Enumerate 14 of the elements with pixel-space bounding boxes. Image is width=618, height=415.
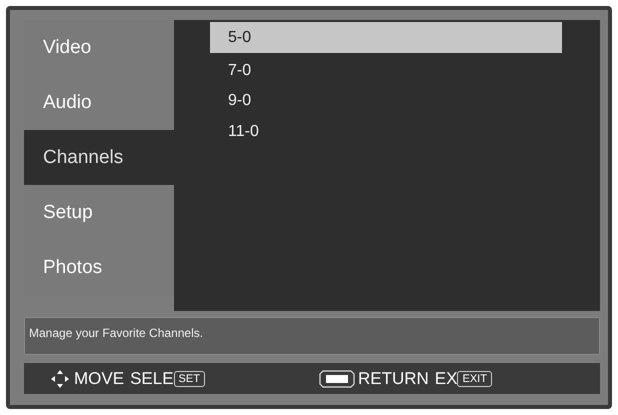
direction-pad-icon: [50, 368, 70, 388]
key-icon: [318, 368, 355, 388]
legend-label: SELE: [130, 368, 174, 388]
legend-label: MOVE: [74, 368, 124, 388]
legend-label: EX: [434, 368, 458, 388]
key-badge: EXIT: [457, 370, 492, 386]
channel-item[interactable]: 7-0: [210, 55, 562, 86]
channel-item[interactable]: 9-0: [210, 86, 562, 116]
key-badge: SET: [174, 370, 205, 386]
menu-item[interactable]: Channels: [24, 130, 174, 185]
description-text: Manage your Favorite Channels.: [29, 326, 204, 340]
legend-label: RETURN: [358, 368, 429, 388]
channel-item[interactable]: 5-0: [210, 22, 562, 53]
channel-item[interactable]: 11-0: [210, 116, 562, 147]
